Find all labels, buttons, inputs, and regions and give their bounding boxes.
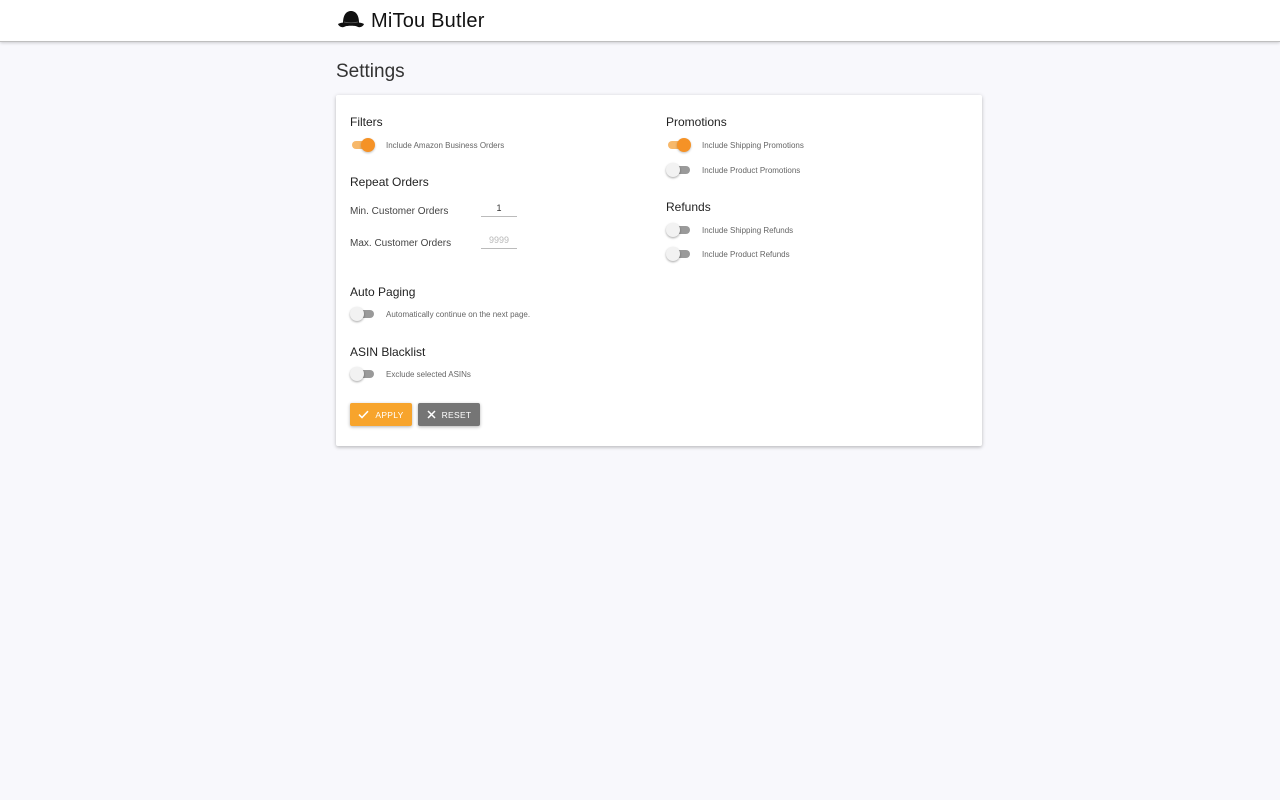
toggle-thumb: [350, 367, 364, 381]
auto-paging-toggle-label: Automatically continue on the next page.: [386, 309, 531, 319]
check-icon: [358, 410, 369, 419]
auto-paging-toggle-row[interactable]: Automatically continue on the next page.: [350, 307, 530, 321]
asin-blacklist-toggle[interactable]: [350, 367, 374, 381]
max-customer-orders-label: Max. Customer Orders: [350, 238, 452, 249]
apply-button[interactable]: APPLY: [350, 403, 412, 426]
product-refunds-toggle-row[interactable]: Include Product Refunds: [666, 247, 790, 261]
toggle-thumb: [666, 247, 680, 261]
min-customer-orders-label: Min. Customer Orders: [350, 206, 449, 217]
bowler-hat-icon: [338, 11, 364, 28]
toggle-thumb: [666, 163, 680, 177]
shipping-refunds-toggle[interactable]: [666, 223, 690, 237]
close-icon: [427, 410, 436, 419]
top-app-bar: MiTou Butler: [0, 0, 1280, 42]
toggle-thumb: [361, 138, 375, 152]
toggle-thumb: [666, 223, 680, 237]
filters-section-title: Filters: [350, 115, 383, 129]
business-orders-toggle-label: Include Amazon Business Orders: [386, 140, 505, 150]
promotions-section-title: Promotions: [666, 115, 727, 129]
max-customer-orders-input[interactable]: [481, 231, 517, 249]
asin-blacklist-toggle-label: Exclude selected ASINs: [386, 369, 471, 379]
app-name: MiTou Butler: [371, 9, 485, 32]
product-promotions-toggle-row[interactable]: Include Product Promotions: [666, 163, 800, 177]
product-promotions-toggle-label: Include Product Promotions: [702, 165, 801, 175]
brand-home-link[interactable]: MiTou Butler: [337, 8, 485, 34]
reset-button[interactable]: RESET: [418, 403, 480, 426]
refunds-section-title: Refunds: [666, 200, 711, 214]
apply-button-label: APPLY: [375, 409, 404, 420]
toggle-thumb: [350, 307, 364, 321]
auto-paging-section-title: Auto Paging: [350, 285, 416, 299]
shipping-promotions-toggle-label: Include Shipping Promotions: [702, 140, 804, 150]
shipping-promotions-toggle[interactable]: [666, 138, 691, 152]
business-orders-toggle-row[interactable]: Include Amazon Business Orders: [350, 138, 504, 152]
product-refunds-toggle[interactable]: [666, 247, 690, 261]
asin-blacklist-section-title: ASIN Blacklist: [350, 345, 426, 359]
shipping-refunds-toggle-row[interactable]: Include Shipping Refunds: [666, 223, 793, 237]
auto-paging-toggle[interactable]: [350, 307, 374, 321]
min-customer-orders-input[interactable]: [481, 199, 517, 217]
shipping-promotions-toggle-row[interactable]: Include Shipping Promotions: [666, 138, 804, 152]
toggle-thumb: [677, 138, 691, 152]
reset-button-label: RESET: [441, 409, 472, 420]
business-orders-toggle[interactable]: [350, 138, 375, 152]
shipping-refunds-toggle-label: Include Shipping Refunds: [702, 225, 794, 235]
product-refunds-toggle-label: Include Product Refunds: [702, 249, 790, 259]
asin-blacklist-toggle-row[interactable]: Exclude selected ASINs: [350, 367, 471, 381]
product-promotions-toggle[interactable]: [666, 163, 690, 177]
settings-card: Filters Include Amazon Business Orders R…: [336, 95, 982, 446]
repeat-orders-section-title: Repeat Orders: [350, 175, 429, 189]
page-title: Settings: [336, 61, 405, 82]
